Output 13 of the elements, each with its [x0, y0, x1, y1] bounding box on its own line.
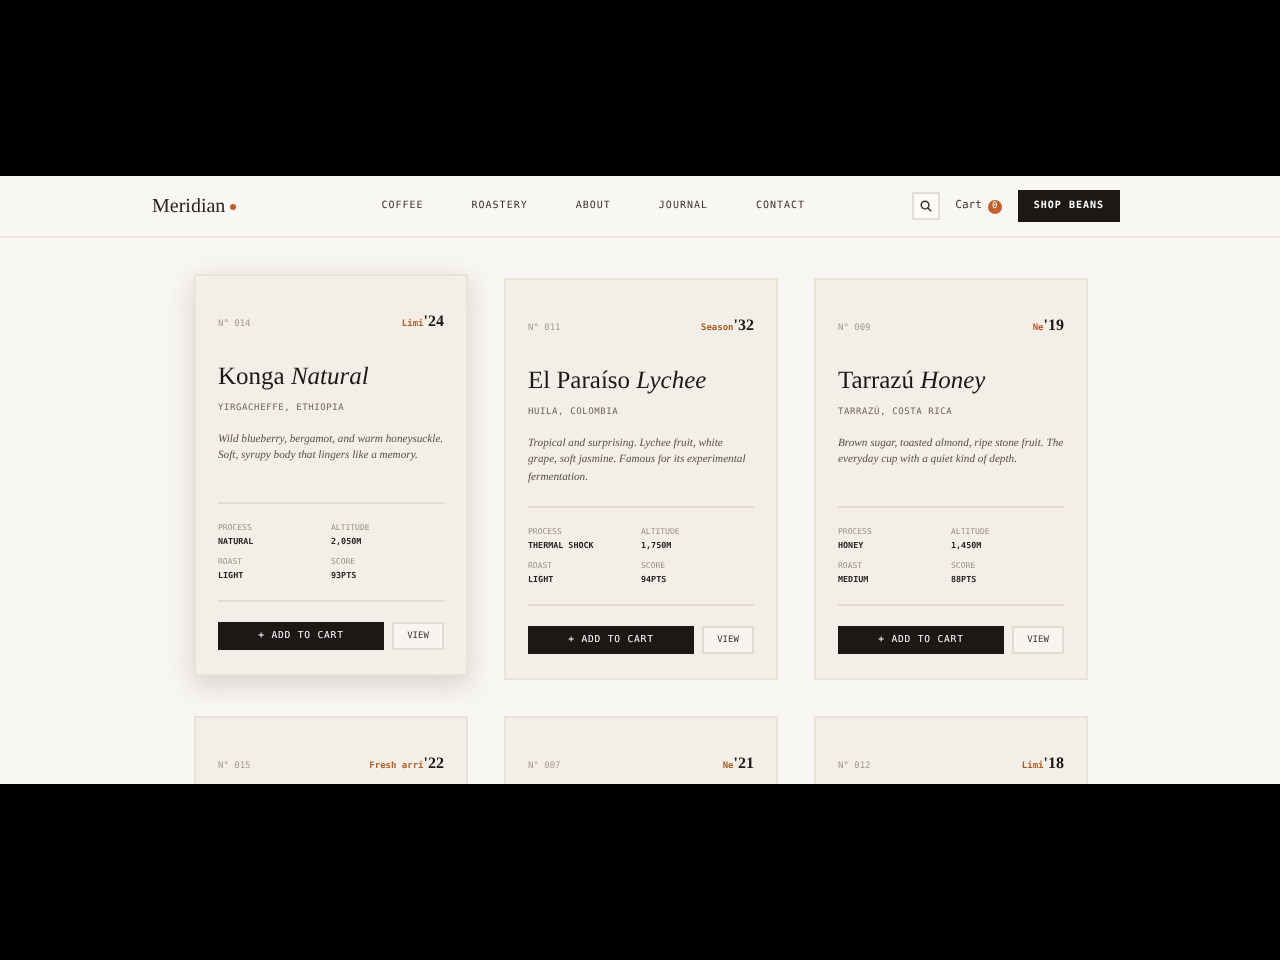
logo[interactable]: Meridian: [152, 195, 226, 217]
search-icon: [919, 200, 932, 212]
product-year: '24: [423, 312, 444, 330]
product-name: Tarrazú Honey: [838, 366, 988, 396]
product-year: '32: [733, 316, 754, 334]
product-year: '18: [1043, 754, 1064, 772]
product-name: Konga Natural: [218, 362, 371, 392]
product-year: '21: [733, 754, 754, 772]
product-year: '19: [1043, 316, 1064, 334]
product-name: El Paraíso Lychee: [528, 366, 709, 396]
logo-dot-icon: [229, 203, 236, 209]
product-year: '22: [423, 754, 444, 772]
search-button[interactable]: [911, 192, 940, 220]
